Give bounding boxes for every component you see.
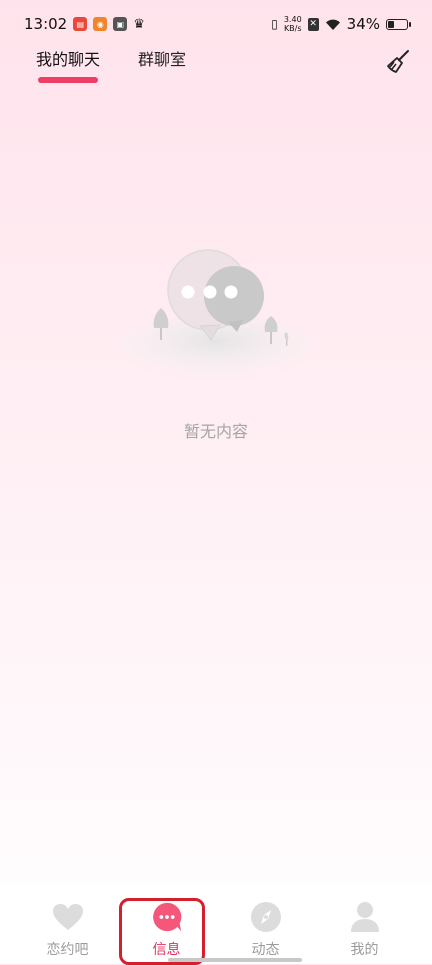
- battery-fill: [388, 20, 394, 28]
- empty-state-text: 暂无内容: [183, 422, 248, 441]
- battery-icon: [386, 18, 411, 30]
- person-icon: [349, 901, 381, 933]
- tab-group-chat[interactable]: 群聊室: [138, 50, 186, 70]
- status-bar: 13:02 ▤ ◉ ▣ ♛ ▯ 3.40 KB/s ✕ 34%: [0, 0, 432, 48]
- status-left: 13:02 ▤ ◉ ▣ ♛: [24, 15, 145, 33]
- nav-label-messages: 信息: [152, 942, 181, 958]
- net-speed-value: 3.40: [283, 15, 302, 24]
- status-time: 13:02: [24, 15, 68, 33]
- crown-icon: ♛: [133, 16, 145, 32]
- sim-off-icon: ✕: [307, 17, 319, 31]
- home-indicator: [168, 958, 302, 962]
- nav-item-lianyueba[interactable]: 恋约吧: [18, 885, 117, 964]
- nav-label-mine: 我的: [350, 942, 379, 958]
- notification-app-icon-2: ◉: [93, 17, 108, 31]
- nav-item-messages[interactable]: 信息: [117, 885, 216, 964]
- net-speed-unit: KB/s: [283, 24, 302, 33]
- nav-item-mine[interactable]: 我的: [315, 885, 414, 964]
- vibrate-icon: ▯: [271, 17, 278, 31]
- dot-1: [181, 285, 195, 299]
- dot-2: [203, 285, 217, 299]
- bottom-nav: 恋约吧 信息 动态 我的: [0, 885, 432, 964]
- wifi-icon: [325, 19, 340, 30]
- dot-3: [224, 285, 238, 299]
- battery-text: 34%: [346, 15, 380, 33]
- broom-icon[interactable]: [384, 48, 412, 76]
- nav-label-lianyueba: 恋约吧: [46, 942, 89, 958]
- status-right: ▯ 3.40 KB/s ✕ 34%: [271, 15, 411, 33]
- compass-icon: [250, 901, 282, 933]
- notification-app-icon: ▤: [73, 17, 88, 31]
- notification-app-icon-3: ▣: [113, 17, 128, 31]
- heart-icon: [52, 901, 84, 933]
- message-icon: [151, 901, 183, 933]
- tab-my-chat[interactable]: 我的聊天: [36, 50, 100, 70]
- tab-indicator: [38, 77, 98, 83]
- nav-item-moments[interactable]: 动态: [216, 885, 315, 964]
- header: 我的聊天 群聊室: [0, 44, 432, 88]
- chat-bubbles-illustration: [118, 249, 314, 382]
- net-speed: 3.40 KB/s: [284, 15, 302, 33]
- nav-label-moments: 动态: [251, 942, 280, 958]
